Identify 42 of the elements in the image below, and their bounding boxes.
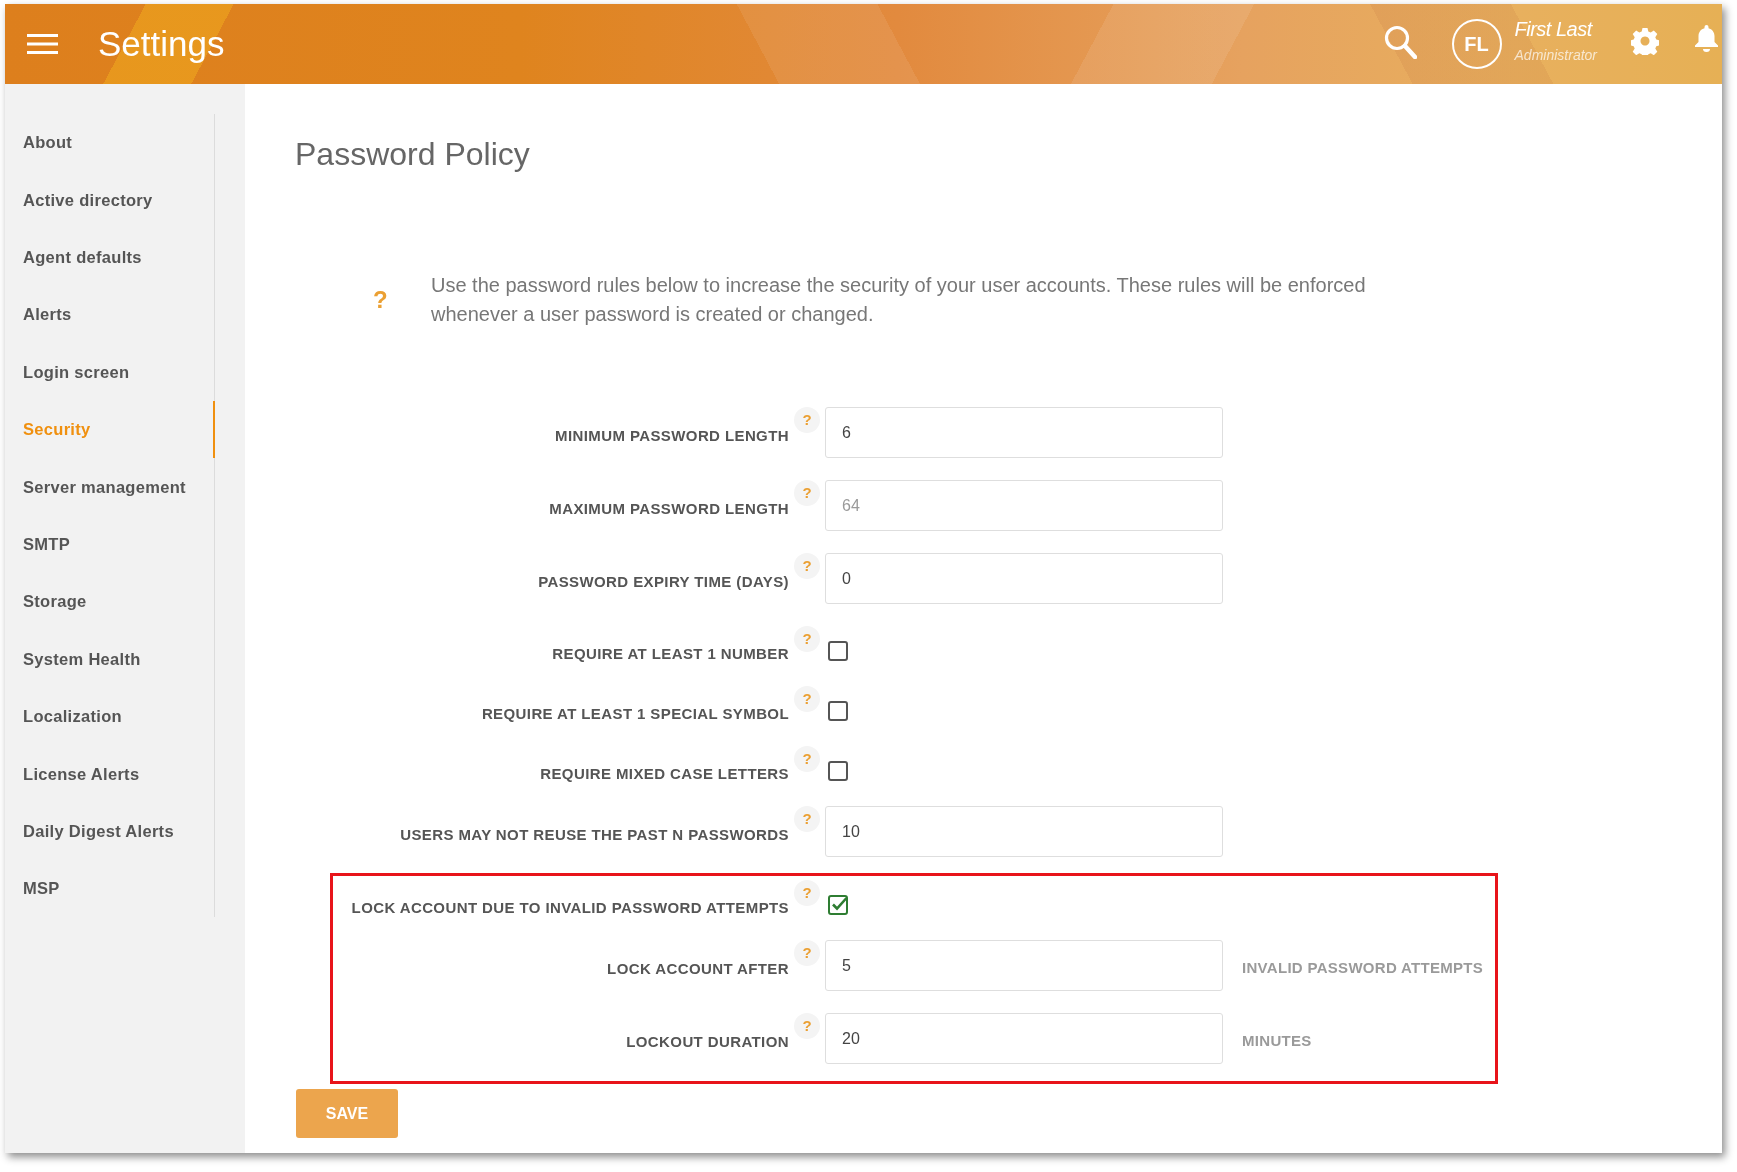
field-label: LOCK ACCOUNT DUE TO INVALID PASSWORD ATTEMPTS — [350, 897, 789, 918]
sidebar-item[interactable]: Localization — [5, 687, 215, 746]
section-heading: Password Policy — [295, 135, 530, 174]
text-field[interactable]: 0 — [825, 553, 1223, 604]
field-label: LOCK ACCOUNT AFTER — [606, 959, 789, 980]
page-title: Settings — [98, 24, 225, 64]
sidebar-item[interactable]: Daily Digest Alerts — [5, 802, 215, 861]
sidebar-item[interactable]: SMTP — [5, 515, 215, 574]
field-label: REQUIRE AT LEAST 1 SPECIAL SYMBOL — [480, 703, 789, 724]
sidebar-item[interactable]: MSP — [5, 860, 215, 918]
sidebar-item[interactable]: Server management — [5, 458, 215, 516]
text-field[interactable]: 64 — [825, 480, 1223, 531]
field-label: REQUIRE MIXED CASE LETTERS — [539, 763, 789, 784]
info-mark: ? — [373, 286, 389, 314]
info-text: Use the password rules below to increase the security of your user accounts. These rules will be enforced whenever a user password is created or changed. — [431, 273, 1367, 327]
unit-label: INVALID PASSWORD ATTEMPTS — [1242, 958, 1484, 979]
field-label: PASSWORD EXPIRY TIME (DAYS) — [537, 572, 789, 593]
sidebar-item[interactable]: Storage — [5, 573, 215, 631]
sidebar-item[interactable]: Alerts — [5, 286, 215, 344]
text-field[interactable]: 5 — [825, 940, 1223, 991]
text-field[interactable]: 6 — [825, 407, 1223, 458]
sidebar-item[interactable]: Agent defaults — [5, 228, 215, 287]
field-label: REQUIRE AT LEAST 1 NUMBER — [551, 643, 789, 664]
unit-label: MINUTES — [1242, 1031, 1312, 1052]
menu-icon[interactable] — [27, 32, 58, 56]
field-label: LOCKOUT DURATION — [625, 1032, 789, 1053]
field-label: MAXIMUM PASSWORD LENGTH — [548, 499, 789, 520]
text-field[interactable]: 20 — [825, 1013, 1223, 1064]
checkbox[interactable] — [828, 895, 848, 915]
field-label: USERS MAY NOT REUSE THE PAST N PASSWORDS — [399, 825, 789, 846]
user-name: First Last — [1514, 17, 1594, 41]
checkbox[interactable] — [828, 701, 848, 721]
sidebar-item[interactable]: Active directory — [5, 171, 215, 229]
text-field[interactable]: 10 — [825, 806, 1223, 857]
field-label: MINIMUM PASSWORD LENGTH — [554, 426, 789, 447]
sidebar-item[interactable]: License Alerts — [5, 745, 215, 803]
sidebar-item[interactable]: About — [5, 114, 215, 172]
user-role: Administrator — [1514, 47, 1597, 63]
sidebar-item[interactable]: Login screen — [5, 343, 215, 401]
checkbox[interactable] — [828, 761, 848, 781]
sidebar-item[interactable]: System Health — [5, 630, 215, 688]
checkbox[interactable] — [828, 641, 848, 661]
